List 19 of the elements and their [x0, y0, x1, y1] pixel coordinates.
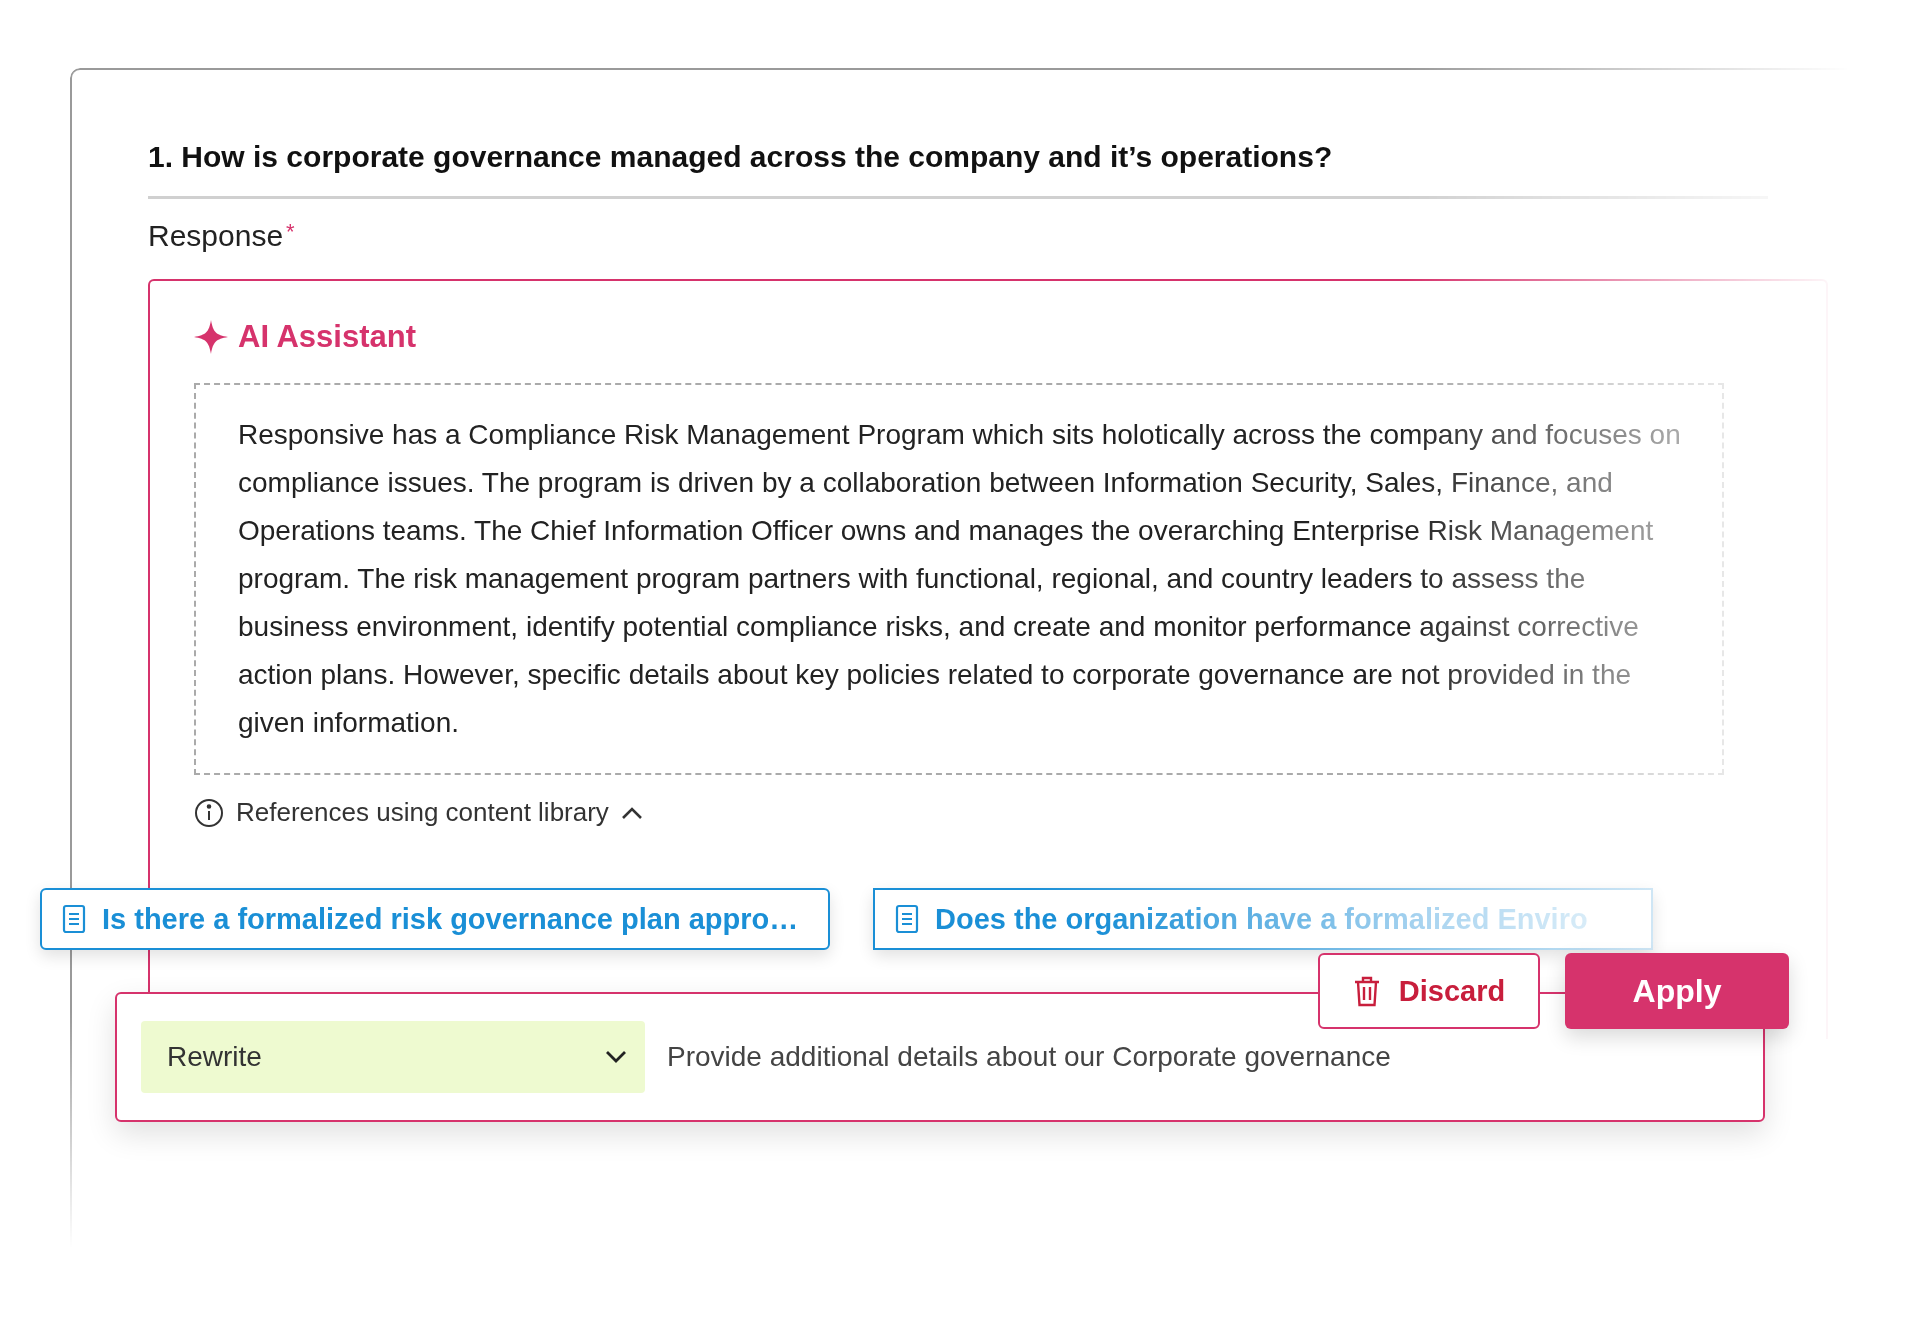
chevron-icon [620, 805, 643, 820]
reference-chip[interactable]: Is there a formalized risk governance plan appro… [40, 888, 830, 950]
discard-button[interactable]: Discard [1318, 953, 1540, 1029]
mode-select[interactable]: Rewrite [141, 1021, 645, 1093]
assistant-title: AI Assistant [238, 319, 416, 355]
document-icon [895, 904, 919, 934]
document-icon [62, 904, 86, 934]
required-mark: * [286, 219, 295, 246]
info-icon [194, 797, 224, 828]
references-toggle[interactable]: References using content library [194, 797, 643, 828]
apply-button[interactable]: Apply [1565, 953, 1789, 1029]
answer-text: Responsive has a Compliance Risk Management Program which sits holotically across the company and focuses on compliance issues. The program is driven by a collaboration between Information Security, Sales, Finance, and Operations teams. The Chief Information Officer owns and manages the overarching Enterprise Risk Management program. The risk management program partners with functional, regional, and country leaders to assess the business environment, identify potential compliance risks, and create and monitor performance against corrective action plans. However, specific details about key policies related to corporate governance are not provided in the given information. [238, 418, 1682, 740]
chevron-down-icon [605, 1050, 627, 1064]
question-title: 1. How is corporate governance managed across the company and it’s operations? [148, 140, 1768, 199]
prompt-field[interactable]: Provide additional details about our Corporate governance [667, 1041, 1391, 1073]
sparkle-icon [194, 320, 228, 354]
trash-icon [1352, 975, 1381, 1007]
response-label: Response [148, 219, 284, 253]
reference-chip[interactable]: Does the organization have a formalized Enviro [873, 888, 1653, 950]
